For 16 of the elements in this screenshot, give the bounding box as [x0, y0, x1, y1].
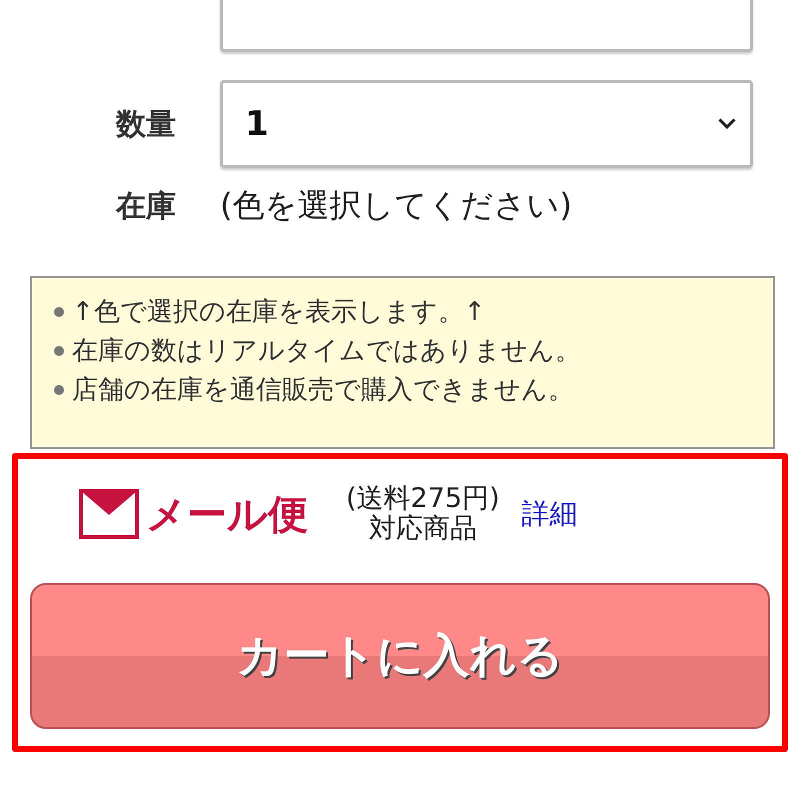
stock-label: 在庫 — [114, 188, 176, 226]
stock-status: (色を選択してください) — [220, 185, 572, 226]
bullet-icon — [54, 306, 64, 316]
field-label: 数量 — [114, 106, 176, 144]
bullet-icon — [54, 384, 64, 394]
caret-icon — [718, 118, 736, 130]
notice-text: 店舗の在庫を通信販売で購入できません。 — [72, 374, 574, 407]
bullet-icon — [54, 346, 64, 356]
notice-text: ↑色で選択の在庫を表示します。↑ — [72, 296, 486, 329]
envelope-icon — [78, 489, 140, 539]
notice-text: 在庫の数はリアルタイムではありません。 — [72, 335, 581, 368]
logo-text: メール便 — [146, 490, 308, 540]
details-link[interactable]: 詳細 — [522, 495, 578, 533]
dropdown[interactable]: 1 — [220, 80, 753, 168]
shipping-fee: (送料275円) — [346, 484, 500, 514]
shipping-note: 対応商品 — [368, 514, 477, 544]
